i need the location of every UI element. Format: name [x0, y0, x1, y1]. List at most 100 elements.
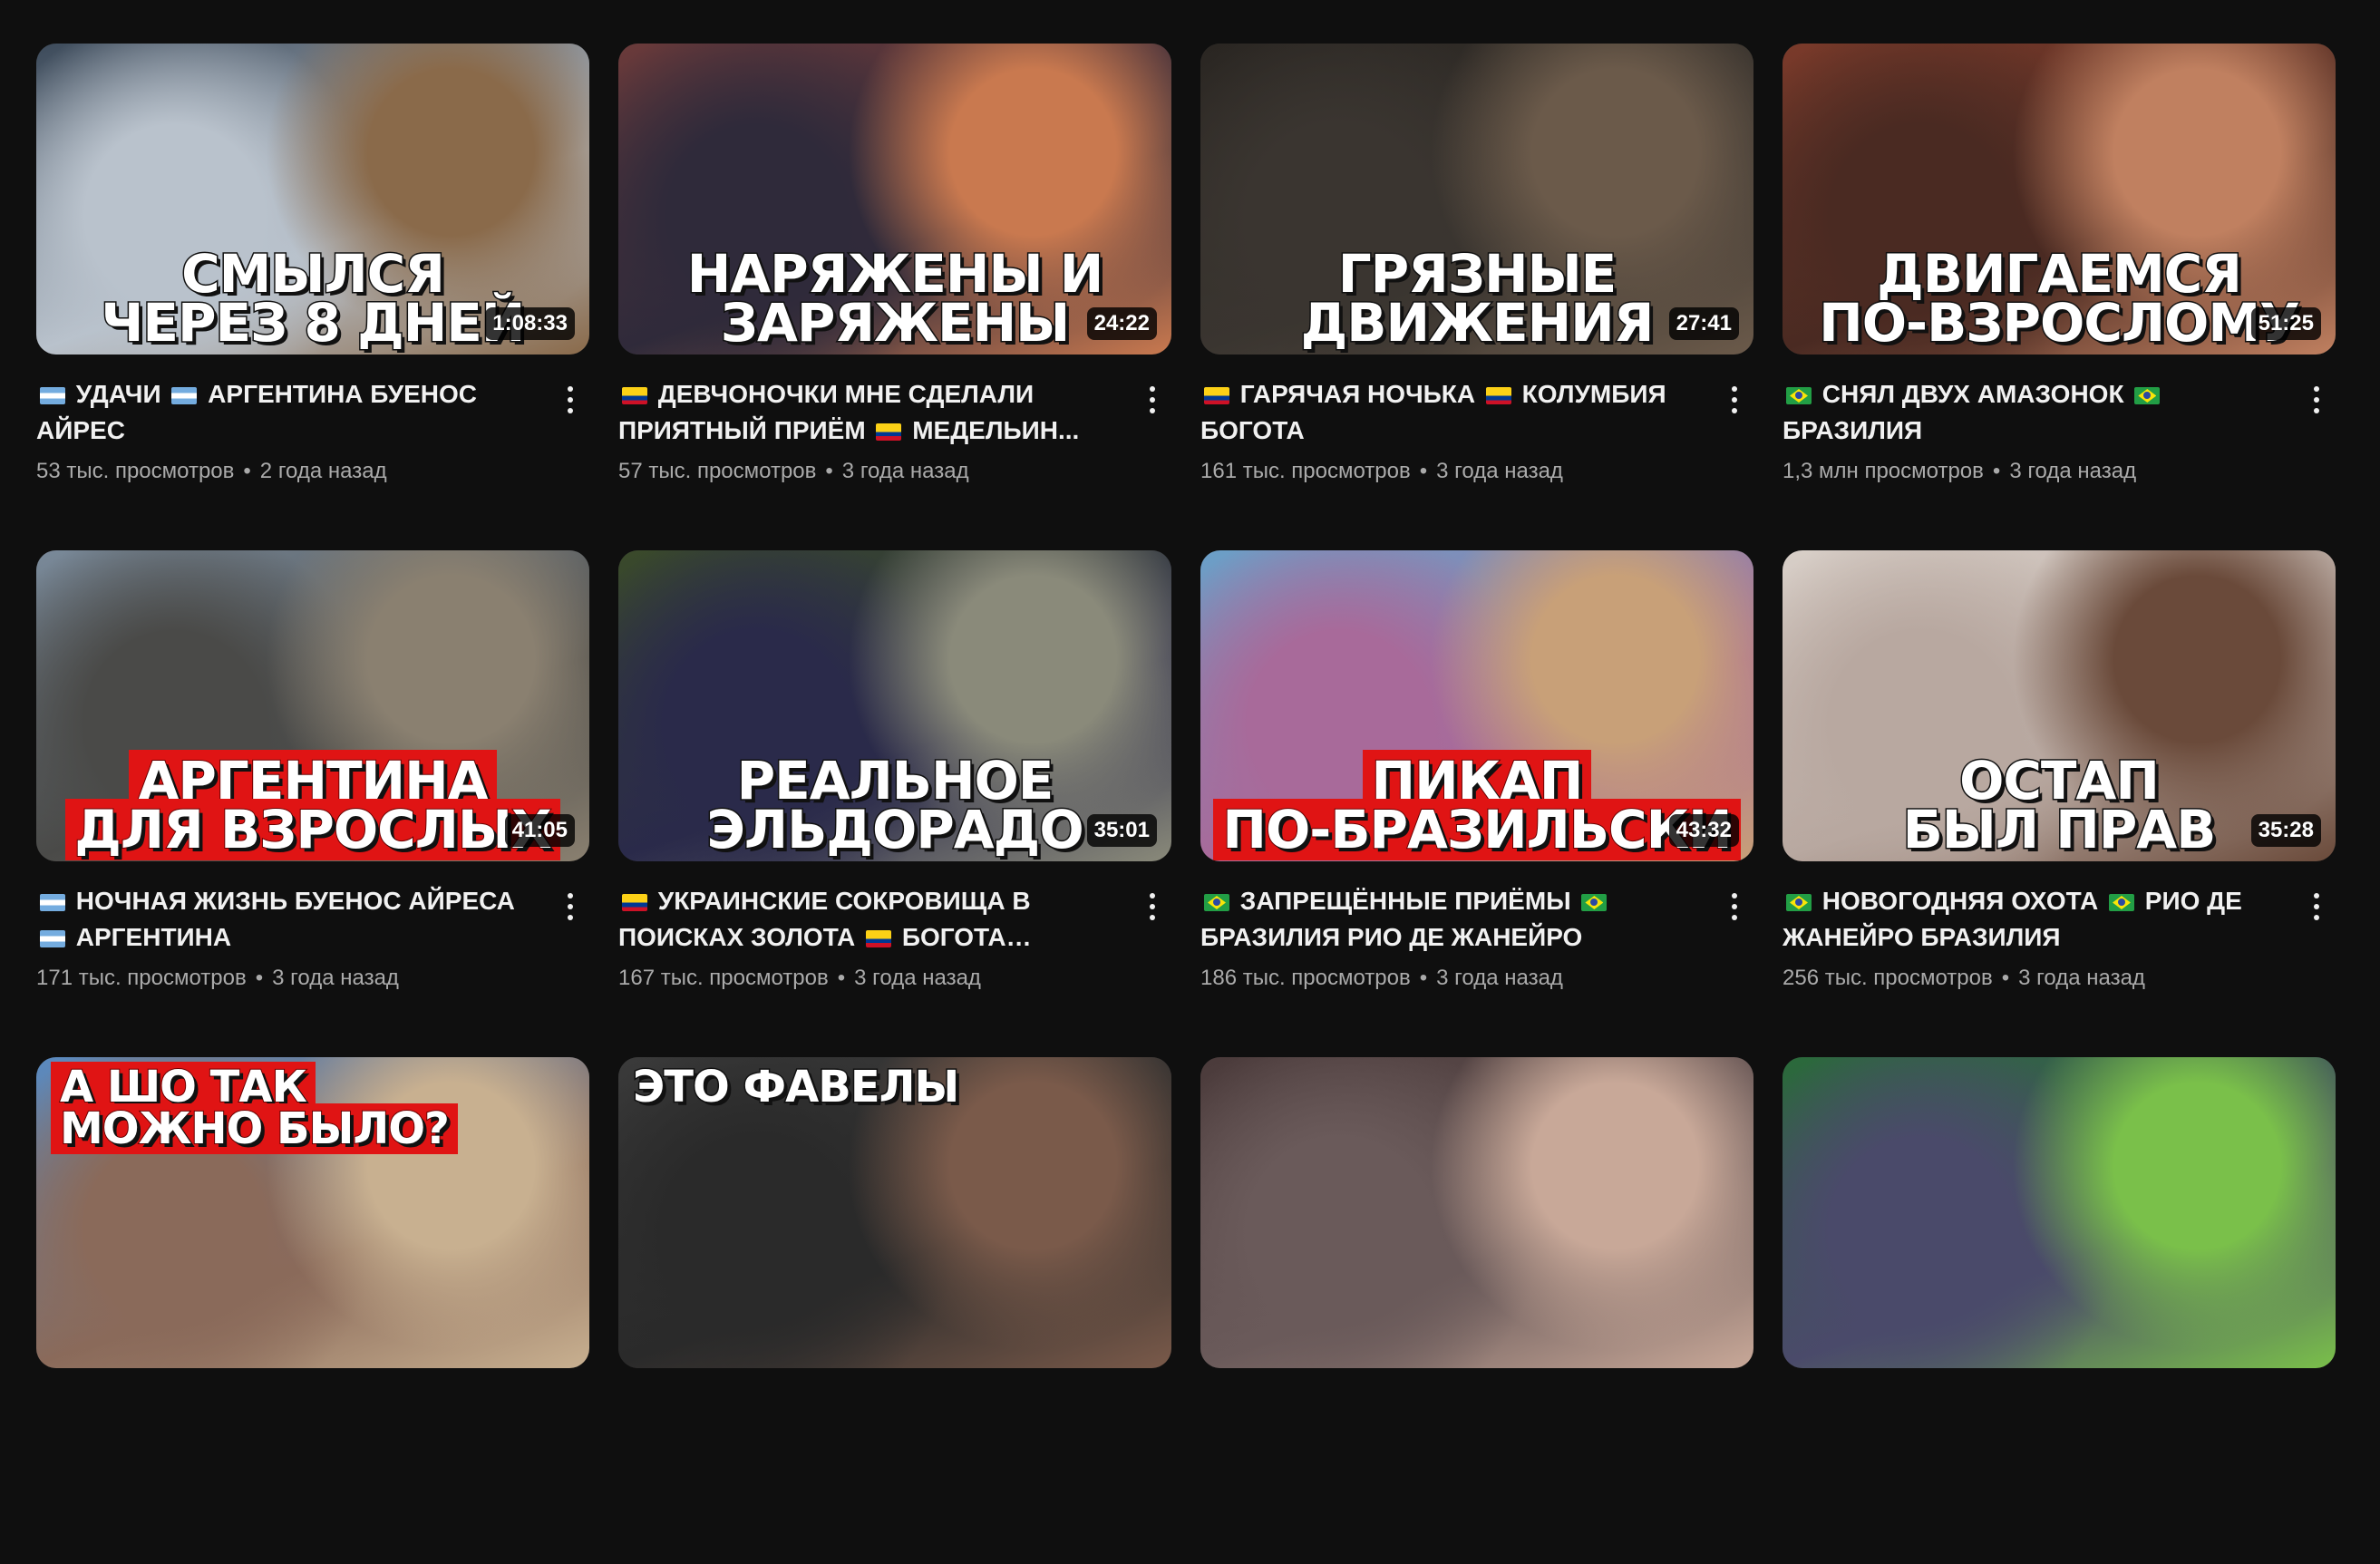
upload-age: 3 года назад: [1436, 459, 1563, 483]
thumbnail-overlay-text: А ШО ТАК МОЖНО БЫЛО?: [36, 1062, 589, 1154]
overlay-line: СМЫЛСЯ: [36, 247, 589, 302]
menu-dot: [1732, 893, 1737, 899]
video-title[interactable]: УКРАИНСКИЕ СОКРОВИЩА В ПОИСКАХ ЗОЛОТА БО…: [618, 883, 1117, 956]
menu-dot: [2314, 386, 2319, 392]
video-card[interactable]: ОСТАП БЫЛ ПРАВ 35:28 НОВОГОДНЯЯ ОХОТА РИО …: [1783, 550, 2336, 1057]
video-title[interactable]: ГАРЯЧАЯ НОЧЬКА КОЛУМБИЯ БОГОТА: [1200, 376, 1699, 449]
separator-dot: •: [837, 966, 846, 990]
video-meta: УДАЧИ АРГЕНТИНА БУЕНОС АЙРЕС 53 тыс. прос…: [36, 355, 589, 487]
upload-age: 3 года назад: [2009, 459, 2137, 483]
more-actions-icon[interactable]: [557, 382, 584, 418]
menu-dot: [1732, 397, 1737, 403]
menu-dot: [1732, 915, 1737, 920]
overlay-line: РЕАЛЬНОЕ: [618, 753, 1171, 809]
more-actions-icon[interactable]: [2303, 889, 2330, 925]
more-actions-icon[interactable]: [1721, 382, 1748, 418]
video-stats: 256 тыс. просмотров • 3 года назад: [1783, 963, 2281, 994]
video-card[interactable]: А ШО ТАК МОЖНО БЫЛО?: [36, 1057, 589, 1564]
video-thumbnail[interactable]: ПИКАП ПО-БРАЗИЛЬСКИ 43:32: [1200, 550, 1753, 861]
duration-badge: 1:08:33: [485, 307, 575, 340]
separator-dot: •: [2001, 966, 2010, 990]
video-title[interactable]: НОЧНАЯ ЖИЗНЬ БУЕНОС АЙРЕСА АРГЕНТИНА: [36, 883, 535, 956]
video-meta: УКРАИНСКИЕ СОКРОВИЩА В ПОИСКАХ ЗОЛОТА БО…: [618, 861, 1171, 994]
flag-br-icon: [1786, 387, 1812, 404]
video-thumbnail[interactable]: АРГЕНТИНА ДЛЯ ВЗРОСЛЫХ 41:05: [36, 550, 589, 861]
flag-co-icon: [1204, 387, 1229, 404]
video-thumbnail[interactable]: [1783, 1057, 2336, 1368]
video-grid: СМЫЛСЯ ЧЕРЕЗ 8 ДНЕЙ 1:08:33 УДАЧИ АРГЕНТИН…: [36, 44, 2336, 1564]
video-card[interactable]: ДВИГАЕМСЯ ПО-ВЗРОСЛОМУ 51:25 СНЯЛ ДВУХ АМА…: [1783, 44, 2336, 550]
video-thumbnail[interactable]: А ШО ТАК МОЖНО БЫЛО?: [36, 1057, 589, 1368]
overlay-line-text: ПО-БРАЗИЛЬСКИ: [1213, 799, 1741, 860]
separator-dot: •: [1992, 459, 2001, 483]
video-thumbnail[interactable]: ДВИГАЕМСЯ ПО-ВЗРОСЛОМУ 51:25: [1783, 44, 2336, 355]
video-card[interactable]: СМЫЛСЯ ЧЕРЕЗ 8 ДНЕЙ 1:08:33 УДАЧИ АРГЕНТИН…: [36, 44, 589, 550]
video-meta: СНЯЛ ДВУХ АМАЗОНОК БРАЗИЛИЯ 1,3 млн просм…: [1783, 355, 2336, 487]
more-actions-icon[interactable]: [1139, 382, 1166, 418]
menu-dot: [2314, 893, 2319, 899]
menu-dot: [1732, 408, 1737, 413]
duration-badge: 27:41: [1668, 307, 1739, 340]
flag-co-icon: [876, 423, 902, 441]
video-card[interactable]: [1783, 1057, 2336, 1564]
overlay-line: МОЖНО БЫЛО?: [51, 1103, 589, 1154]
menu-dot: [1150, 397, 1155, 403]
video-title[interactable]: ДЕВЧОНОЧКИ МНЕ СДЕЛАЛИ ПРИЯТНЫЙ ПРИЁМ МЕ…: [618, 376, 1117, 449]
video-title-part: НОВОГОДНЯЯ ОХОТА: [1815, 887, 2105, 915]
more-actions-icon[interactable]: [1721, 889, 1748, 925]
flag-br-icon: [2134, 387, 2161, 404]
menu-dot: [2314, 408, 2319, 413]
separator-dot: •: [255, 966, 264, 990]
video-title[interactable]: СНЯЛ ДВУХ АМАЗОНОК БРАЗИЛИЯ: [1783, 376, 2281, 449]
video-card[interactable]: АРГЕНТИНА ДЛЯ ВЗРОСЛЫХ 41:05 НОЧНАЯ ЖИЗНЬ …: [36, 550, 589, 1057]
video-thumbnail[interactable]: ОСТАП БЫЛ ПРАВ 35:28: [1783, 550, 2336, 861]
overlay-line: ДВИГАЕМСЯ: [1783, 247, 2336, 302]
video-card[interactable]: НАРЯЖЕНЫ И ЗАРЯЖЕНЫ 24:22 ДЕВЧОНОЧКИ МНЕ С…: [618, 44, 1171, 550]
flag-co-icon: [622, 894, 647, 911]
video-stats: 57 тыс. просмотров • 3 года назад: [618, 456, 1117, 487]
menu-dot: [1732, 386, 1737, 392]
video-card[interactable]: [1200, 1057, 1753, 1564]
flag-ar-icon: [40, 387, 65, 404]
video-title-part: АРГЕНТИНА: [69, 923, 232, 951]
flag-co-icon: [1485, 387, 1511, 404]
separator-dot: •: [243, 459, 251, 483]
video-thumbnail[interactable]: ГРЯЗНЫЕ ДВИЖЕНИЯ 27:41: [1200, 44, 1753, 355]
overlay-line: А ШО ТАК: [51, 1062, 589, 1112]
video-thumbnail[interactable]: [1200, 1057, 1753, 1368]
more-actions-icon[interactable]: [2303, 382, 2330, 418]
video-card[interactable]: РЕАЛЬНОЕ ЭЛЬДОРАДО 35:01 УКРАИНСКИЕ СОКРОВ…: [618, 550, 1171, 1057]
video-title-part: БРАЗИЛИЯ РИО ДЕ ЖАНЕЙРО: [1200, 923, 1583, 951]
separator-dot: •: [1419, 966, 1428, 990]
duration-badge: 35:28: [2250, 814, 2321, 847]
thumbnail-image: [1200, 1057, 1753, 1368]
video-thumbnail[interactable]: РЕАЛЬНОЕ ЭЛЬДОРАДО 35:01: [618, 550, 1171, 861]
overlay-line: ПИКАП: [1200, 750, 1753, 811]
video-meta: НОВОГОДНЯЯ ОХОТА РИО ДЕ ЖАНЕЙРО БРАЗИЛИЯ…: [1783, 861, 2336, 994]
video-thumbnail[interactable]: НАРЯЖЕНЫ И ЗАРЯЖЕНЫ 24:22: [618, 44, 1171, 355]
video-title-part: БРАЗИЛИЯ: [1783, 416, 1923, 444]
video-title-part: УДАЧИ: [69, 380, 169, 408]
flag-ar-icon: [40, 930, 65, 947]
menu-dot: [568, 386, 573, 392]
video-meta: ЗАПРЕЩЁННЫЕ ПРИЁМЫ БРАЗИЛИЯ РИО ДЕ ЖАНЕЙ…: [1200, 861, 1753, 994]
video-card[interactable]: ГРЯЗНЫЕ ДВИЖЕНИЯ 27:41 ГАРЯЧАЯ НОЧЬКА КОЛУ…: [1200, 44, 1753, 550]
video-card[interactable]: ЭТО ФАВЕЛЫ: [618, 1057, 1171, 1564]
view-count: 1,3 млн просмотров: [1783, 459, 1984, 483]
separator-dot: •: [825, 459, 833, 483]
separator-dot: •: [1419, 459, 1428, 483]
video-thumbnail[interactable]: ЭТО ФАВЕЛЫ: [618, 1057, 1171, 1368]
duration-badge: 24:22: [1086, 307, 1157, 340]
menu-dot: [1150, 904, 1155, 909]
more-actions-icon[interactable]: [557, 889, 584, 925]
overlay-line-text: ПО-ВЗРОСЛОМУ: [1818, 292, 2302, 354]
video-title[interactable]: УДАЧИ АРГЕНТИНА БУЕНОС АЙРЕС: [36, 376, 535, 449]
menu-dot: [2314, 915, 2319, 920]
video-title[interactable]: НОВОГОДНЯЯ ОХОТА РИО ДЕ ЖАНЕЙРО БРАЗИЛИЯ: [1783, 883, 2281, 956]
video-title[interactable]: ЗАПРЕЩЁННЫЕ ПРИЁМЫ БРАЗИЛИЯ РИО ДЕ ЖАНЕЙ…: [1200, 883, 1699, 956]
video-card[interactable]: ПИКАП ПО-БРАЗИЛЬСКИ 43:32 ЗАПРЕЩЁННЫЕ ПРИЁ…: [1200, 550, 1753, 1057]
menu-dot: [2314, 397, 2319, 403]
flag-ar-icon: [171, 387, 198, 404]
more-actions-icon[interactable]: [1139, 889, 1166, 925]
video-thumbnail[interactable]: СМЫЛСЯ ЧЕРЕЗ 8 ДНЕЙ 1:08:33: [36, 44, 589, 355]
